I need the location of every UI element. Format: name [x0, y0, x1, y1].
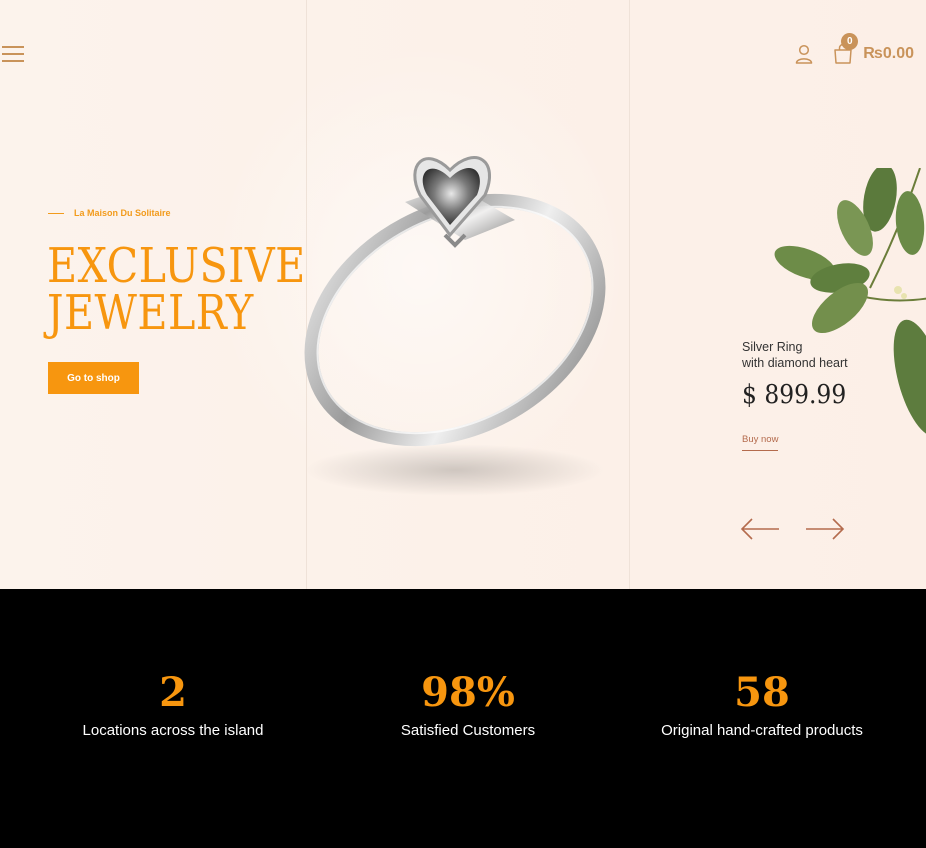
product-name: Silver Ring with diamond heart: [742, 339, 848, 371]
cart-count-badge: 0: [841, 33, 859, 50]
stat-number: 2: [159, 669, 187, 716]
product-name-line-1: Silver Ring: [742, 340, 803, 354]
product-price: $ 899.99: [742, 380, 847, 410]
stat-label: Satisfied Customers: [400, 722, 536, 739]
hero-eyebrow: La Maison Du Solitaire: [48, 208, 171, 218]
product-name-line-2: with diamond heart: [742, 356, 848, 370]
cart-button[interactable]: 0: [833, 33, 859, 65]
stat-locations: 2 Locations across the island: [23, 669, 323, 740]
stat-label: Locations across the island: [82, 722, 264, 739]
stat-number: 98%: [421, 669, 515, 716]
stat-number: 58: [734, 669, 790, 716]
go-to-shop-button[interactable]: Go to shop: [48, 362, 139, 394]
headline-line-2: JEWELRY: [47, 285, 254, 341]
hero-section: 0 ₨0.00 La Maison Du Solitaire EXCLUSIVE…: [0, 0, 926, 589]
arrow-left-icon[interactable]: [740, 518, 780, 540]
hero-headline: EXCLUSIVE JEWELRY: [47, 238, 306, 341]
hamburger-menu-icon[interactable]: [2, 46, 24, 62]
header-actions: 0 ₨0.00: [795, 33, 914, 68]
ring-image: [304, 156, 606, 496]
stat-products: 58 Original hand-crafted products: [612, 669, 912, 740]
arrow-right-icon[interactable]: [805, 518, 845, 540]
buy-now-link[interactable]: Buy now: [742, 434, 779, 451]
leaf-decoration: [774, 168, 926, 437]
stat-satisfied-customers: 98% Satisfied Customers: [318, 669, 618, 740]
eyebrow-dash: [48, 212, 64, 214]
headline-line-1: EXCLUSIVE: [47, 238, 306, 294]
stats-section: 2 Locations across the island 98% Satisf…: [0, 589, 926, 848]
eyebrow-text: La Maison Du Solitaire: [74, 208, 171, 218]
user-icon[interactable]: [795, 44, 813, 64]
stat-label: Original hand-crafted products: [661, 722, 863, 739]
cart-total[interactable]: ₨0.00: [863, 45, 914, 63]
